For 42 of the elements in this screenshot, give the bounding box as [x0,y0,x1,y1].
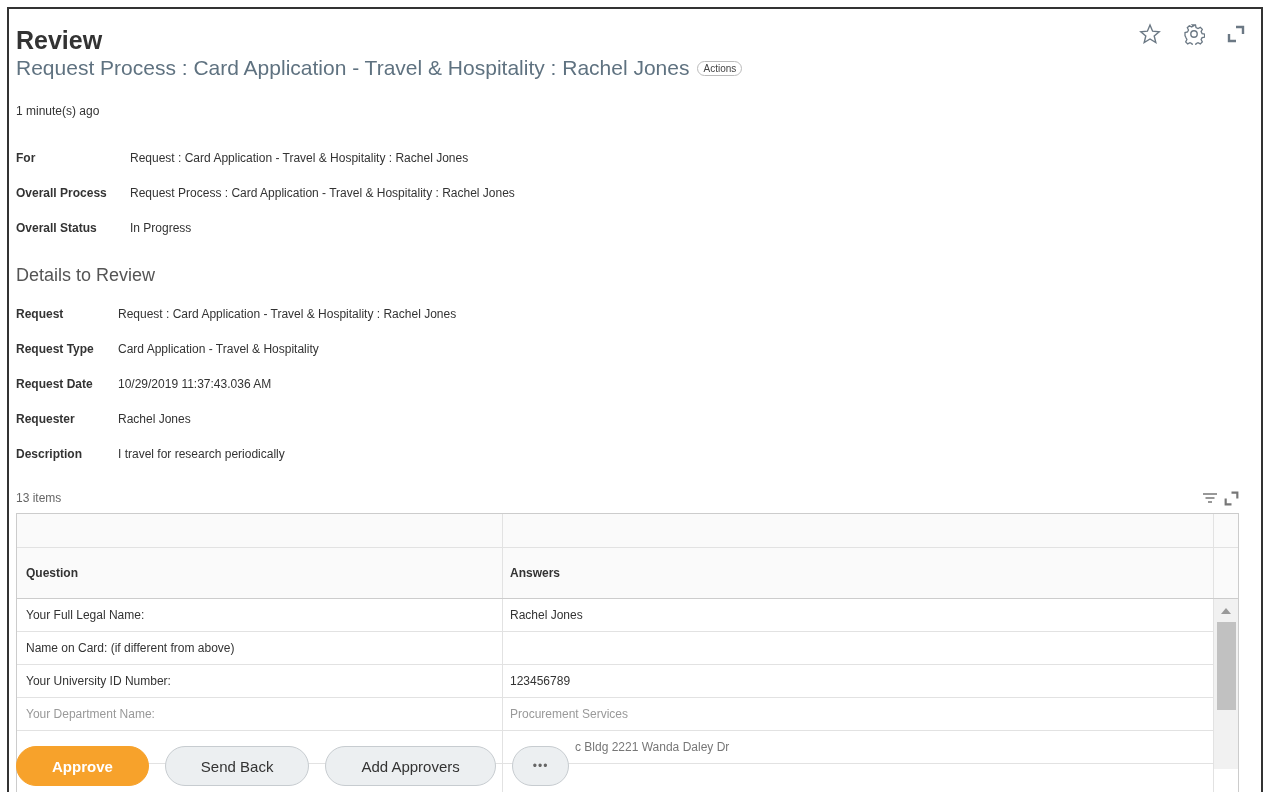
more-button[interactable]: ••• [511,746,570,786]
field-value: I travel for research periodically [118,447,286,461]
page-title: Review [16,25,103,55]
process-title: Request Process : Card Application - Travel & Hospitality : Rachel Jones [16,56,690,80]
table-cell: Rachel Jones [510,608,583,622]
field-label: Requester [16,412,76,426]
actions-button[interactable]: Actions [697,60,743,76]
field-label: Request Date [16,377,94,391]
field-label: For [16,151,37,165]
star-icon[interactable] [1139,23,1161,45]
item-count: 13 items [16,491,62,505]
filter-icon[interactable] [1202,491,1218,505]
column-header: Answers [509,565,562,582]
expand-icon[interactable] [1227,25,1245,43]
section-heading: Details to Review [16,265,157,286]
field-label: Overall Status [16,221,98,235]
field-value: Card Application - Travel & Hospitality [118,342,320,356]
field-label: Description [16,447,83,461]
field-value: In Progress [130,221,193,235]
field-label: Request Type [16,342,95,356]
field-value: Request : Card Application - Travel & Hospitality : Rachel Jones [118,307,458,321]
field-value: Request Process : Card Application - Travel & Hospitality : Rachel Jones [130,186,516,200]
table-cell: Your University ID Number: [26,674,171,688]
table-cell: Procurement Services [510,707,629,721]
table-cell: c Bldg 2221 Wanda Daley Dr [575,740,730,754]
table-cell: Your Department Name: [26,707,155,721]
column-header: Question [17,548,503,598]
scroll-thumb[interactable] [1216,622,1236,710]
settings-icon[interactable] [1183,23,1205,45]
expand-icon[interactable] [1224,490,1239,506]
table-cell: 123456789 [510,674,571,688]
table-cell: Name on Card: (if different from above) [26,641,235,655]
field-label: Request [16,307,65,321]
table-cell: Your Full Legal Name: [26,608,145,622]
scroll-up-icon[interactable] [1221,608,1231,614]
action-button[interactable]: Send Back [164,746,310,786]
timestamp: 1 minute(s) ago [16,104,101,118]
action-button[interactable]: Add Approvers [325,746,496,786]
field-value: 10/29/2019 11:37:43.036 AM [118,377,273,391]
field-value: Rachel Jones [118,412,192,426]
field-value: Request : Card Application - Travel & Hospitality : Rachel Jones [130,151,470,165]
field-label: Overall Process [16,186,108,200]
